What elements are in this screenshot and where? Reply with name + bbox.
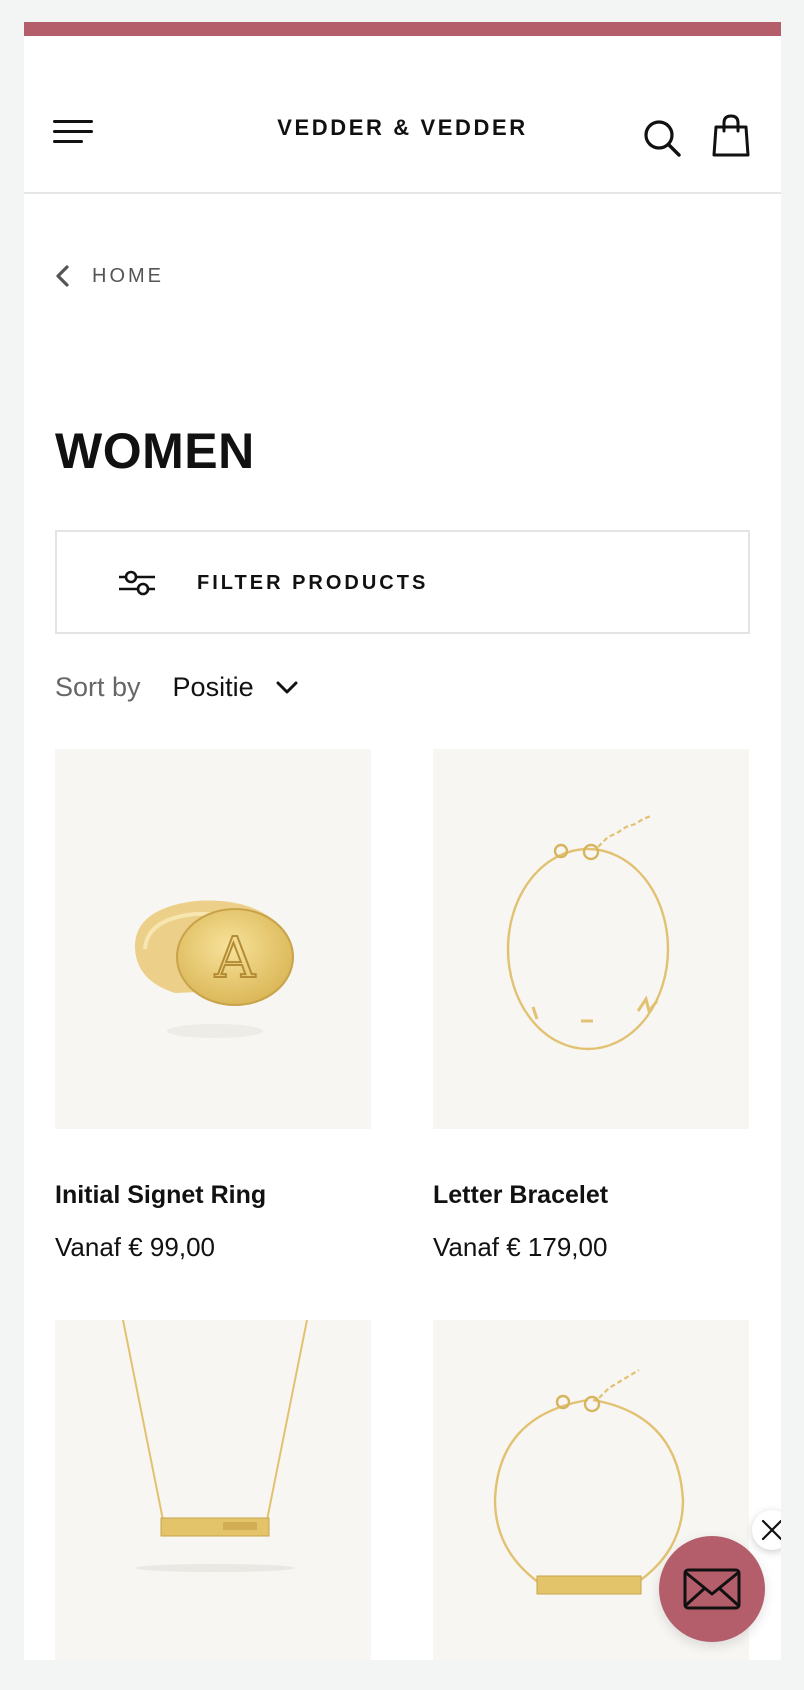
product-image[interactable] (55, 1320, 371, 1660)
newsletter-button[interactable] (659, 1536, 765, 1642)
product-name[interactable]: Letter Bracelet (433, 1181, 749, 1210)
breadcrumb[interactable]: HOME (54, 264, 164, 288)
product-card[interactable] (55, 1320, 371, 1660)
chevron-down-icon (276, 681, 298, 693)
close-newsletter-button[interactable] (752, 1510, 781, 1550)
page-title: WOMEN (55, 423, 255, 479)
breadcrumb-home-link[interactable]: HOME (92, 265, 164, 288)
filter-products-label: FILTER PRODUCTS (197, 572, 429, 594)
filter-products-button[interactable]: FILTER PRODUCTS (55, 530, 750, 634)
sort-row: Sort by Positie (55, 672, 298, 703)
product-price: Vanaf € 179,00 (433, 1232, 608, 1262)
bracelet-image (506, 814, 670, 1051)
product-card[interactable]: A Initial Signet Ring Vanaf € 99,00 (55, 749, 371, 1263)
product-image[interactable]: A (55, 749, 371, 1129)
page: VEDDER & VEDDER HOME WOMEN FILTER PRODUC… (24, 22, 781, 1660)
chevron-left-icon (56, 265, 69, 287)
svg-text:A: A (214, 926, 256, 991)
sort-value: Positie (172, 672, 254, 702)
envelope-icon (683, 1568, 741, 1610)
necklace-image (122, 1320, 308, 1572)
search-icon[interactable] (642, 118, 682, 158)
product-card[interactable]: Letter Bracelet Vanaf € 179,00 (433, 749, 749, 1263)
ring-image: A (134, 900, 294, 1038)
shopping-bag-icon[interactable] (711, 114, 751, 158)
product-name[interactable]: Initial Signet Ring (55, 1181, 371, 1210)
product-price: Vanaf € 99,00 (55, 1232, 215, 1262)
sort-label: Sort by (55, 672, 141, 702)
product-image[interactable] (433, 749, 749, 1129)
top-accent-bar (24, 22, 781, 36)
close-icon (761, 1519, 781, 1541)
filter-sliders-icon (119, 570, 155, 596)
site-header: VEDDER & VEDDER (24, 36, 781, 194)
sort-select[interactable]: Positie (173, 672, 298, 703)
